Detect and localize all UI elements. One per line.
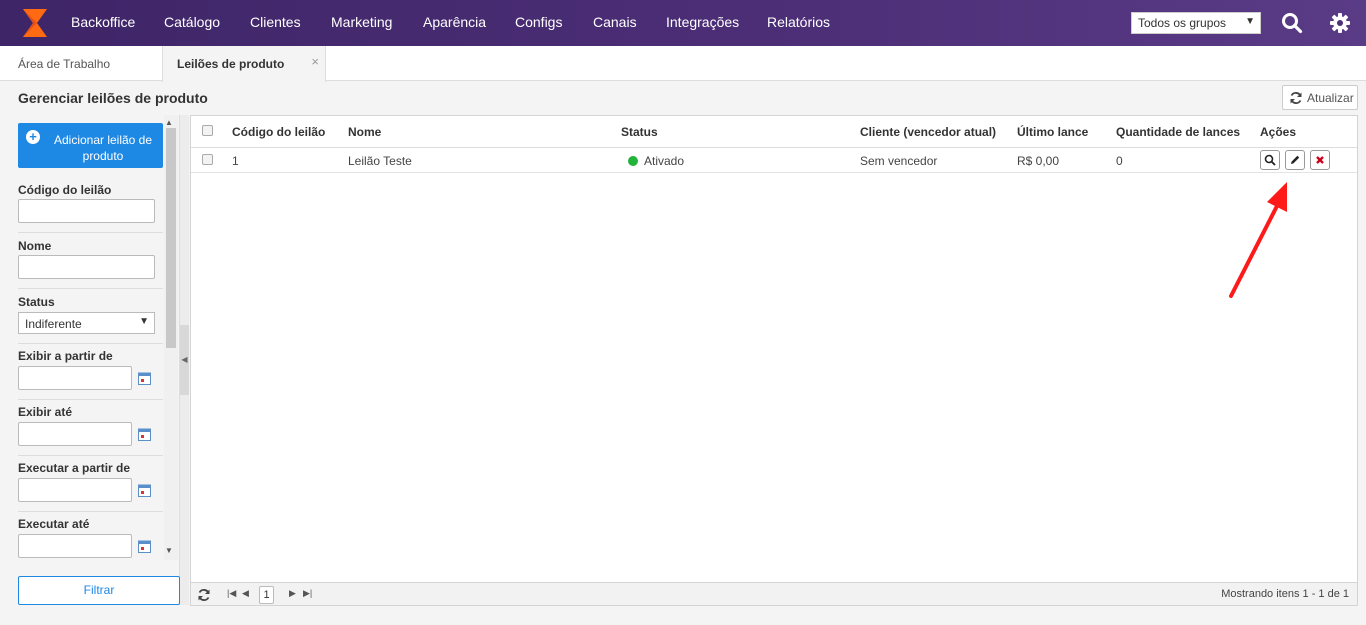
name-input[interactable] [18,255,155,279]
status-text: Ativado [644,154,685,168]
nav-aparencia[interactable]: Aparência [423,14,486,30]
dropdown-arrow-icon: ▼ [139,316,149,327]
column-header[interactable]: Nome [348,125,381,139]
gear-icon[interactable] [1329,12,1351,34]
pager-info: Mostrando itens 1 - 1 de 1 [1221,588,1349,600]
nav-clientes[interactable]: Clientes [250,14,301,30]
grid-header: Código do leilão Nome Status Cliente (ve… [191,116,1357,148]
status-select[interactable]: Indiferente ▼ [18,312,155,334]
edit-button[interactable] [1285,150,1305,170]
next-page-icon[interactable]: ▶ [289,588,296,599]
add-auction-label: Adicionar leilão de produto [53,133,153,163]
status-select-value: Indiferente [25,317,82,331]
delete-icon [1316,156,1324,164]
show-from-input[interactable] [18,366,132,390]
status-label: Status [18,295,55,309]
delete-button[interactable] [1310,150,1330,170]
top-navbar: Backoffice Catálogo Clientes Marketing A… [0,0,1366,46]
table-row[interactable]: 1 Leilão Teste Ativado Sem vencedor R$ 0… [191,148,1357,173]
refresh-button[interactable]: Atualizar [1282,85,1358,110]
calendar-icon[interactable] [138,539,151,553]
cell-client: Sem vencedor [860,154,938,168]
column-header[interactable]: Código do leilão [232,125,325,139]
divider [18,455,163,456]
nav-configs[interactable]: Configs [515,14,562,30]
show-until-input[interactable] [18,422,132,446]
column-header[interactable]: Cliente (vencedor atual) [860,125,996,139]
divider [18,232,163,233]
name-label: Nome [18,239,52,253]
divider [18,399,163,400]
column-header: Ações [1260,125,1297,139]
nav-relatorios[interactable]: Relatórios [767,14,830,30]
tab-workspace[interactable]: Área de Trabalho [18,46,110,81]
divider [18,511,163,512]
calendar-icon[interactable] [138,371,151,385]
nav-integracoes[interactable]: Integrações [666,14,739,30]
cell-bid-count: 0 [1116,154,1123,168]
code-label: Código do leilão [18,183,112,197]
annotation-arrow [1229,182,1287,298]
code-input[interactable] [18,199,155,223]
current-page[interactable]: 1 [259,586,274,604]
sidebar-splitter[interactable]: ◀ [179,115,189,605]
cell-last-bid: R$ 0,00 [1017,154,1060,168]
cell-name: Leilão Teste [348,154,412,168]
divider [18,343,163,344]
nav-backoffice[interactable]: Backoffice [71,14,135,30]
dropdown-arrow-icon: ▼ [1245,16,1255,27]
reload-icon[interactable] [197,588,211,602]
select-all-checkbox[interactable] [202,125,213,136]
tab-leiloes[interactable]: Leilões de produto × [162,46,326,82]
nav-canais[interactable]: Canais [593,14,637,30]
last-page-icon[interactable]: ▶| [303,588,312,599]
sidebar-scroll-thumb[interactable] [166,128,176,348]
search-icon[interactable] [1281,12,1303,34]
edit-icon [1291,155,1300,164]
grid-pager: |◀ ◀ 1 ▶ ▶| Mostrando itens 1 - 1 de 1 [191,582,1357,605]
status-active-icon [628,156,638,166]
cell-code: 1 [232,154,239,168]
run-from-input[interactable] [18,478,132,502]
group-select-value: Todos os grupos [1138,16,1227,30]
auction-grid: Código do leilão Nome Status Cliente (ve… [190,115,1358,606]
prev-page-icon[interactable]: ◀ [242,588,249,599]
row-checkbox[interactable] [202,154,213,165]
run-until-input[interactable] [18,534,132,558]
column-header[interactable]: Último lance [1017,125,1088,139]
nav-marketing[interactable]: Marketing [331,14,392,30]
tab-leiloes-label: Leilões de produto [177,57,285,71]
close-icon[interactable]: × [311,54,319,69]
run-from-label: Executar a partir de [18,461,131,475]
refresh-label: Atualizar [1307,91,1354,105]
add-auction-button[interactable]: + Adicionar leilão de produto [18,123,163,168]
filter-button[interactable]: Filtrar [18,576,180,605]
page-title: Gerenciar leilões de produto [18,90,208,106]
view-icon [1264,154,1276,166]
first-page-icon[interactable]: |◀ [227,588,236,599]
scroll-down-icon[interactable]: ▼ [165,546,173,555]
column-header[interactable]: Status [621,125,658,139]
show-from-label: Exibir a partir de [18,349,113,363]
refresh-icon [1290,92,1302,104]
collapse-arrow-icon[interactable]: ◀ [180,325,189,395]
run-until-label: Executar até [18,517,90,531]
plus-icon: + [26,130,40,144]
divider [18,288,163,289]
show-until-label: Exibir até [18,405,73,419]
nav-catalogo[interactable]: Catálogo [164,14,220,30]
logo-icon[interactable] [20,7,50,39]
column-header[interactable]: Quantidade de lances [1116,125,1240,139]
cell-status: Ativado [628,154,684,168]
view-button[interactable] [1260,150,1280,170]
group-select[interactable]: Todos os grupos ▼ [1131,12,1261,34]
calendar-icon[interactable] [138,427,151,441]
calendar-icon[interactable] [138,483,151,497]
tab-bar: Área de Trabalho Leilões de produto × [0,46,1366,82]
scroll-up-icon[interactable]: ▲ [165,118,173,127]
filter-sidebar: + Adicionar leilão de produto Código do … [10,115,179,565]
